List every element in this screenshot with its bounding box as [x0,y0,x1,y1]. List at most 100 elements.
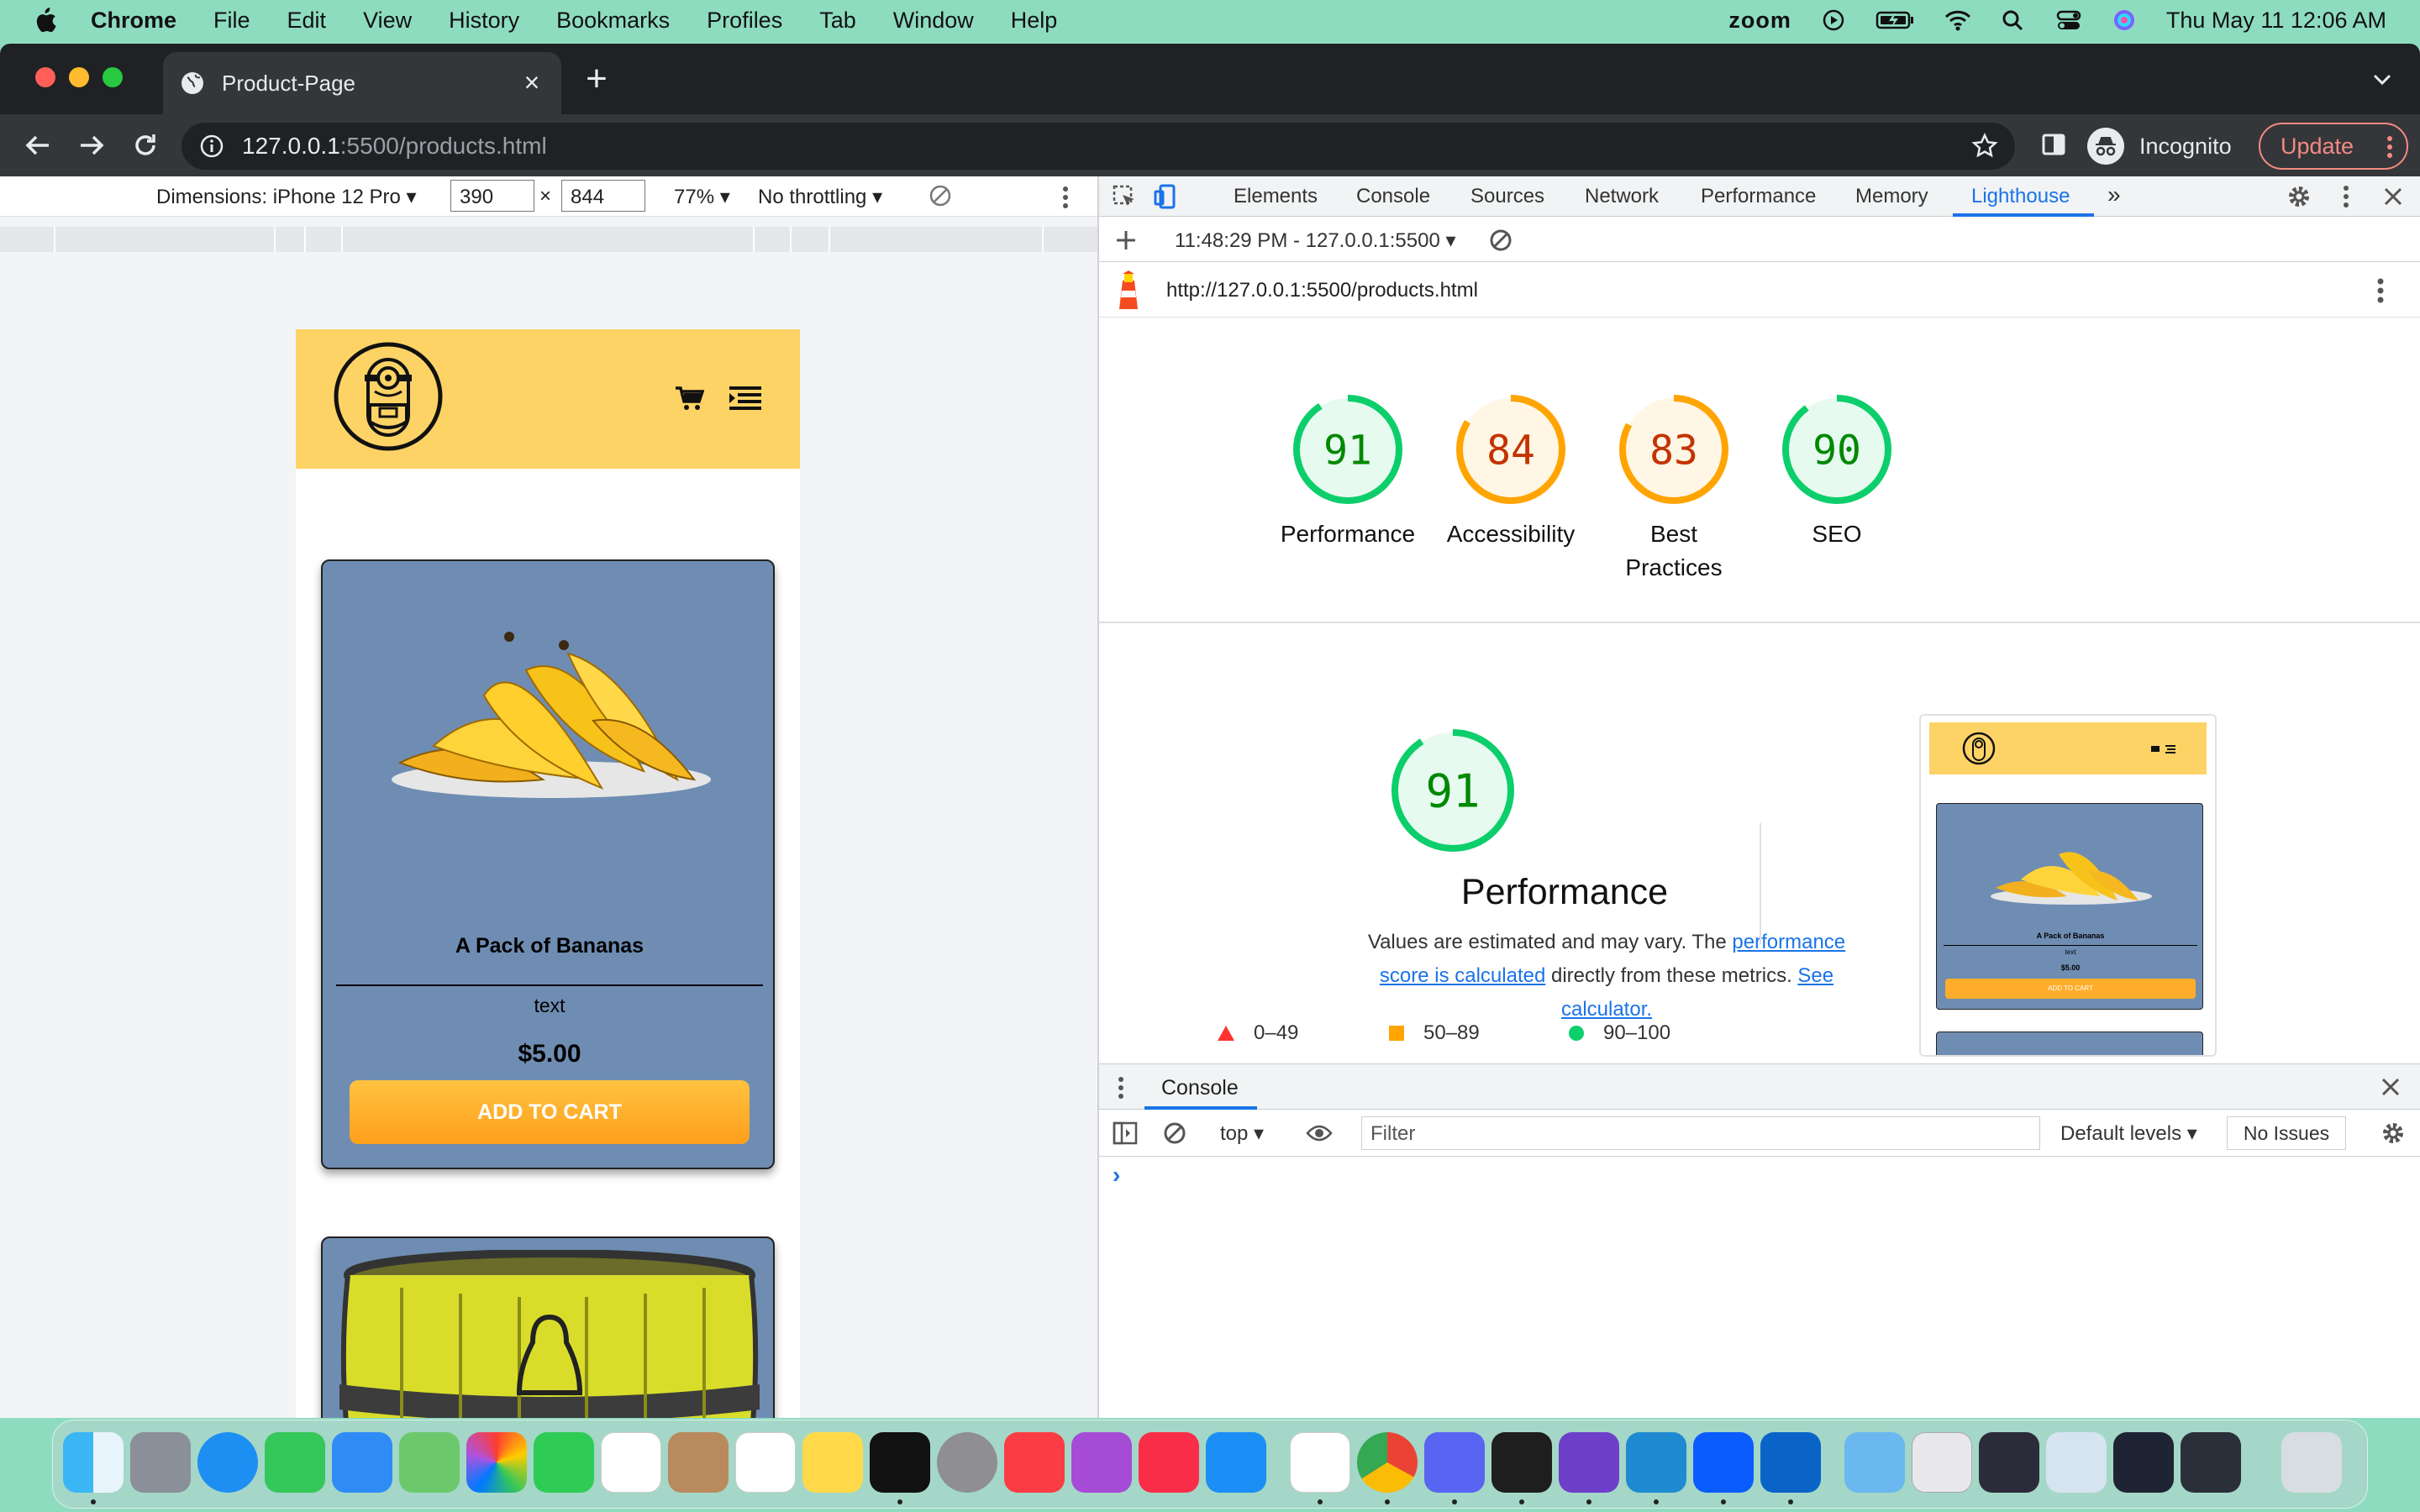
drawer-menu-icon[interactable] [1118,1076,1124,1100]
tab-lighthouse[interactable]: Lighthouse [1971,185,2070,208]
recent-window-2-icon[interactable] [1979,1432,2039,1493]
device-toolbar-toggle-icon[interactable] [1153,183,1180,210]
contacts-icon[interactable] [668,1432,729,1493]
shopping-cart-icon[interactable] [676,386,704,412]
apple-tv-icon[interactable] [870,1432,930,1493]
device-height-input[interactable]: 844 [561,180,645,212]
window-close-button[interactable] [35,67,55,87]
vscode-icon[interactable] [1626,1432,1686,1493]
tab-elements[interactable]: Elements [1234,185,1318,208]
window-minimize-button[interactable] [69,67,89,87]
calendar-icon[interactable] [601,1432,661,1493]
tab-network[interactable]: Network [1585,185,1659,208]
zoom-select[interactable]: 77% ▾ [674,185,730,209]
tab-close-icon[interactable]: × [519,69,544,96]
chrome-menu-icon[interactable] [2386,134,2393,160]
issues-button[interactable]: No Issues [2227,1116,2346,1150]
hamburger-menu-icon[interactable] [729,385,761,412]
devtools-more-icon[interactable] [2333,183,2360,210]
system-settings-icon[interactable] [937,1432,997,1493]
browser-tab-product-page[interactable]: Product-Page × [163,52,561,114]
wifi-icon[interactable] [1944,8,1971,32]
menu-history[interactable]: History [449,8,519,34]
facetime-icon[interactable] [534,1432,594,1493]
menu-app-name[interactable]: Chrome [91,8,176,34]
finder-icon[interactable] [63,1432,124,1493]
recent-window-4-icon[interactable] [2113,1432,2174,1493]
downloads-folder-icon[interactable] [1844,1432,1905,1493]
sidebar-toggle-icon[interactable] [1113,1121,1138,1145]
close-devtools-icon[interactable] [2380,183,2407,210]
outlook-icon[interactable] [1760,1432,1821,1493]
side-panel-icon[interactable] [2040,131,2067,158]
chrome-dock-icon[interactable] [1357,1432,1418,1493]
report-select[interactable]: 11:48:29 PM - 127.0.0.1:5500 ▾ [1175,228,1456,253]
photos-icon[interactable] [466,1432,527,1493]
play-circle-icon[interactable] [1820,8,1847,32]
maps-icon[interactable] [399,1432,460,1493]
new-report-plus-icon[interactable] [1114,228,1138,252]
bookmark-star-icon[interactable] [1971,133,1998,160]
log-levels-select[interactable]: Default levels ▾ [2060,1121,2197,1146]
report-menu-icon[interactable] [2376,277,2385,304]
settings-gear-icon[interactable] [2286,183,2312,210]
terminal-icon[interactable] [1491,1432,1552,1493]
window-zoom-button[interactable] [103,67,123,87]
menu-edit[interactable]: Edit [287,8,327,34]
rotate-icon[interactable] [928,183,953,208]
launchpad-icon[interactable] [130,1432,191,1493]
music-icon[interactable] [1004,1432,1065,1493]
menu-bar-clock[interactable]: Thu May 11 12:06 AM [2166,8,2386,34]
menu-help[interactable]: Help [1011,8,1058,34]
minion-logo-icon[interactable] [333,341,444,452]
recent-window-5-icon[interactable] [2181,1432,2241,1493]
media-query-bar[interactable] [0,227,1097,252]
console-settings-gear-icon[interactable] [2380,1120,2407,1147]
tab-console[interactable]: Console [1356,185,1430,208]
menu-tab[interactable]: Tab [819,8,856,34]
site-info-icon[interactable] [200,134,224,158]
mail-icon[interactable] [332,1432,392,1493]
tab-memory[interactable]: Memory [1855,185,1928,208]
device-select[interactable]: Dimensions: iPhone 12 Pro ▾ [156,185,417,209]
app-store-icon[interactable] [1206,1432,1266,1493]
messages-icon[interactable] [265,1432,325,1493]
safari-icon[interactable] [197,1432,258,1493]
tab-performance[interactable]: Performance [1701,185,1816,208]
reminders-icon[interactable] [735,1432,796,1493]
recent-window-1-icon[interactable] [1912,1432,1972,1493]
apple-icon[interactable] [32,7,57,34]
siri-icon[interactable] [2111,8,2138,32]
menu-window[interactable]: Window [893,8,974,34]
podcasts-icon[interactable] [1071,1432,1132,1493]
incognito-profile-button[interactable]: Incognito [2087,123,2232,170]
device-width-input[interactable]: 390 [450,180,534,212]
console-filter-input[interactable]: Filter [1361,1116,2040,1150]
drawer-tab-console[interactable]: Console [1161,1076,1239,1100]
menu-profiles[interactable]: Profiles [707,8,782,34]
context-select[interactable]: top ▾ [1220,1121,1264,1146]
discord-icon[interactable] [1424,1432,1485,1493]
recent-window-3-icon[interactable] [2046,1432,2107,1493]
clear-console-icon[interactable] [1163,1121,1186,1145]
add-to-cart-button[interactable]: ADD TO CART [350,1080,750,1144]
throttling-select[interactable]: No throttling ▾ [758,185,882,209]
console-prompt[interactable]: › [1113,1162,1120,1189]
close-drawer-icon[interactable] [2380,1076,2402,1098]
final-screenshot-thumbnail[interactable]: A Pack of Bananas text $5.00 ADD TO CART [1919,714,2217,1057]
live-expression-eye-icon[interactable] [1306,1123,1333,1143]
menu-file[interactable]: File [213,8,250,34]
update-button[interactable]: Update [2259,123,2408,170]
gauge-accessibility[interactable]: 84 Accessibility [1427,393,1595,551]
inspect-element-icon[interactable] [1111,183,1138,210]
gauge-performance[interactable]: 91 Performance [1264,393,1432,551]
more-tabs-button[interactable]: » [2107,181,2121,208]
tab-sources[interactable]: Sources [1470,185,1544,208]
reload-icon[interactable] [128,128,163,163]
trash-icon[interactable] [2281,1432,2342,1493]
gauge-best-practices[interactable]: 83 Best Practices [1590,393,1758,585]
notes-icon[interactable] [802,1432,863,1493]
zoom-status-item[interactable]: zoom [1728,8,1791,34]
battery-icon[interactable] [1876,8,1916,32]
control-center-icon[interactable] [2055,8,2082,32]
